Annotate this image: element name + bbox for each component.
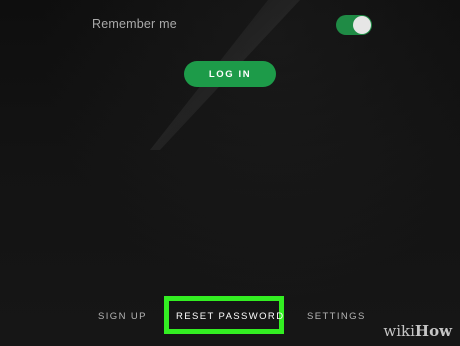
watermark-wiki: wiki [383, 322, 415, 340]
sign-up-link[interactable]: SIGN UP [98, 311, 147, 322]
login-button[interactable]: LOG IN [184, 61, 276, 87]
reset-password-link[interactable]: RESET PASSWORD [176, 311, 284, 322]
watermark-how: How [414, 322, 452, 340]
settings-link[interactable]: SETTINGS [307, 311, 366, 322]
toggle-knob [353, 16, 371, 34]
remember-me-toggle[interactable] [336, 15, 372, 35]
wikihow-watermark: wikiHow [383, 322, 452, 340]
remember-me-label: Remember me [92, 17, 177, 31]
login-screen: Remember me LOG IN SIGN UP RESET PASSWOR… [0, 0, 460, 346]
